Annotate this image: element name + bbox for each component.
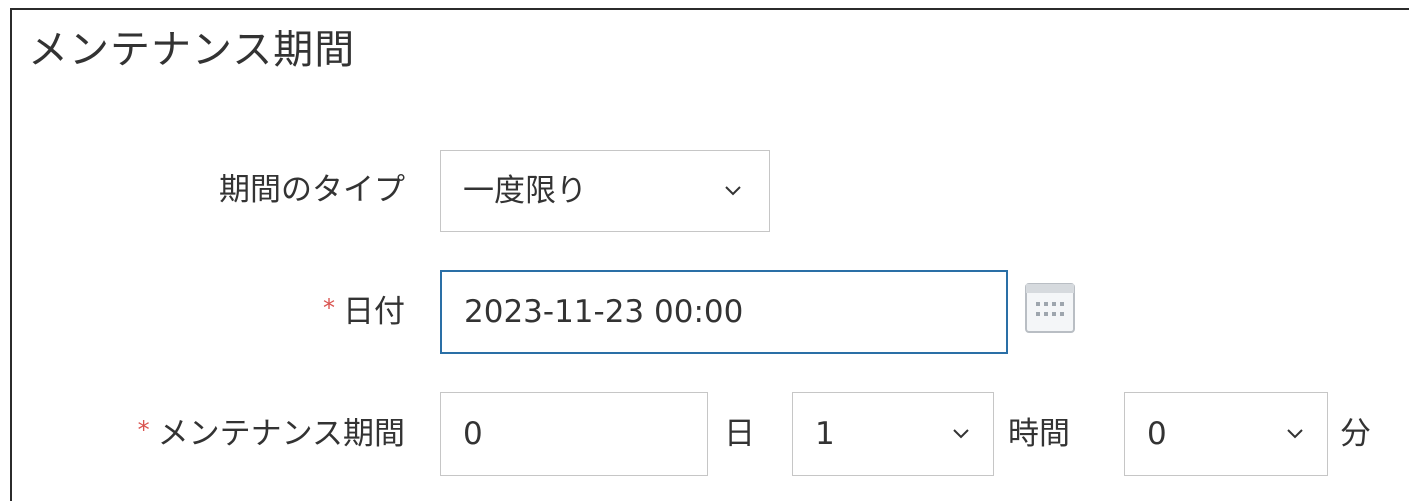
- duration-minutes-select[interactable]: 0: [1124, 392, 1328, 476]
- period-type-select[interactable]: 一度限り: [440, 150, 770, 232]
- duration-label: メンテナンス期間: [157, 416, 405, 452]
- chevron-down-icon: [723, 181, 743, 201]
- duration-minutes-value: 0: [1147, 416, 1167, 452]
- duration-days-input[interactable]: 0: [440, 392, 708, 476]
- days-unit-label: 日: [724, 416, 755, 452]
- date-label-group: * 日付: [323, 292, 405, 334]
- date-input[interactable]: 2023-11-23 00:00: [440, 270, 1008, 354]
- minutes-unit-label: 分: [1340, 416, 1371, 452]
- calendar-icon[interactable]: [1022, 280, 1078, 336]
- duration-hours-select[interactable]: 1: [792, 392, 994, 476]
- duration-hours-value: 1: [815, 416, 835, 452]
- chevron-down-icon: [1285, 424, 1305, 444]
- maintenance-period-panel: メンテナンス期間 期間のタイプ 一度限り * 日付 2023-11-23 00:0…: [10, 8, 1409, 501]
- duration-label-group: * メンテナンス期間: [138, 414, 405, 456]
- chevron-down-icon: [951, 424, 971, 444]
- required-mark: *: [323, 294, 335, 322]
- hours-unit-label: 時間: [1008, 416, 1070, 452]
- section-title: メンテナンス期間: [28, 27, 356, 73]
- date-label: 日付: [343, 294, 405, 330]
- duration-days-value: 0: [463, 416, 483, 452]
- required-mark: *: [137, 416, 150, 444]
- period-type-label: 期間のタイプ: [219, 172, 405, 208]
- date-value: 2023-11-23 00:00: [464, 294, 744, 330]
- period-type-value: 一度限り: [463, 173, 587, 209]
